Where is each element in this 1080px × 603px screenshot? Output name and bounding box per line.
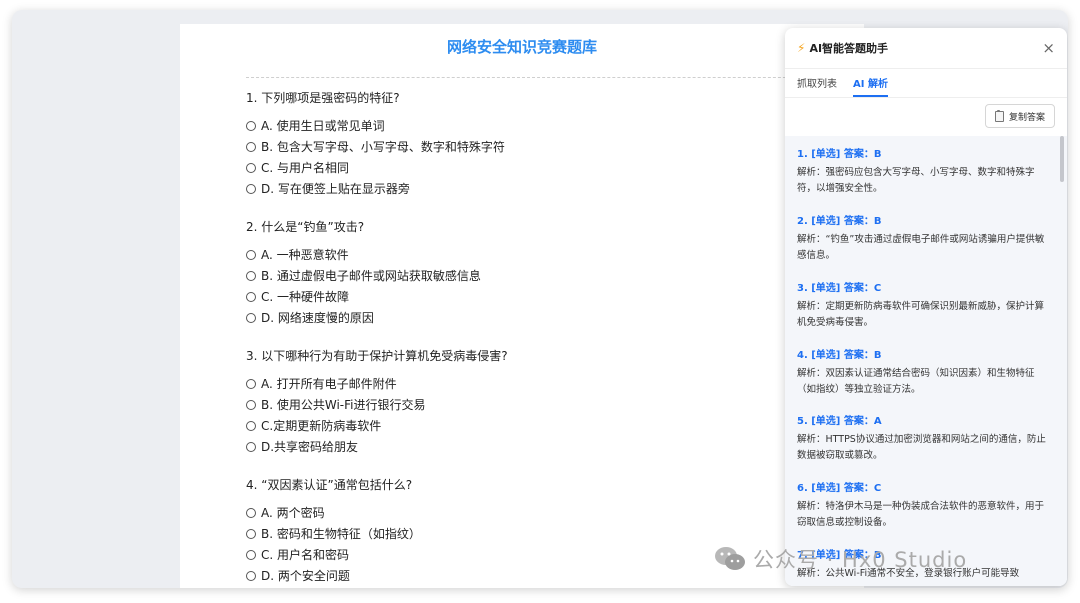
option-1d[interactable]: D. 写在便签上贴在显示器旁	[246, 178, 846, 199]
question-text: 1. 下列哪项是强密码的特征?	[246, 91, 400, 105]
answer-list[interactable]: 1. [单选] 答案：B 解析：强密码应包含大写字母、小写字母、数字和特殊字符，…	[785, 136, 1067, 586]
radio-icon[interactable]	[246, 270, 256, 281]
radio-icon[interactable]	[246, 507, 256, 518]
radio-icon[interactable]	[246, 291, 256, 302]
panel-toolbar: 复制答案	[785, 98, 1067, 137]
answer-item: 1. [单选] 答案：B 解析：强密码应包含大写字母、小写字母、数字和特殊字符，…	[797, 148, 1049, 197]
option-4c[interactable]: C. 用户名和密码	[246, 544, 846, 565]
option-4d[interactable]: D. 两个安全问题	[246, 565, 846, 586]
option-3d[interactable]: D.共享密码给朋友	[246, 436, 846, 457]
radio-icon[interactable]	[246, 249, 256, 260]
answer-head: 3. [单选] 答案：C	[797, 283, 882, 294]
answer-item: 4. [单选] 答案：B 解析：双因素认证通常结合密码（知识因素）和生物特征（如…	[797, 349, 1049, 398]
radio-icon[interactable]	[246, 312, 256, 323]
answer-explanation: 解析：HTTPS协议通过加密浏览器和网站之间的通信，防止数据被窃取或篡改。	[797, 434, 1046, 461]
question-1: 1. 下列哪项是强密码的特征? A. 使用生日或常见单词 B. 包含大写字母、小…	[246, 90, 846, 219]
app-window: 网络安全知识竞赛题库 1. 下列哪项是强密码的特征? A. 使用生日或常见单词 …	[12, 10, 1068, 588]
close-icon[interactable]: ×	[1042, 40, 1055, 56]
option-1b[interactable]: B. 包含大写字母、小写字母、数字和特殊字符	[246, 136, 846, 157]
page-title: 网络安全知识竞赛题库	[446, 38, 597, 56]
answer-explanation: 解析：定期更新防病毒软件可确保识别最新威胁，保护计算机免受病毒侵害。	[797, 301, 1045, 328]
radio-icon[interactable]	[246, 570, 256, 581]
option-2c[interactable]: C. 一种硬件故障	[246, 286, 846, 307]
answer-item: 6. [单选] 答案：C 解析：特洛伊木马是一种伪装成合法软件的恶意软件，用于窃…	[797, 482, 1049, 531]
radio-icon[interactable]	[246, 420, 256, 431]
option-label: D. 网络速度慢的原因	[261, 311, 374, 325]
copy-answers-button[interactable]: 复制答案	[984, 104, 1055, 128]
answer-explanation: 解析：特洛伊木马是一种伪装成合法软件的恶意软件，用于窃取信息或控制设备。	[797, 501, 1045, 528]
option-label: B. 使用公共Wi-Fi进行银行交易	[261, 398, 426, 412]
answer-item: 3. [单选] 答案：C 解析：定期更新防病毒软件可确保识别最新威胁，保护计算机…	[797, 282, 1049, 331]
panel-tabs: 抓取列表 AI 解析	[785, 69, 1067, 98]
option-label: D. 两个安全问题	[261, 569, 350, 583]
option-2b[interactable]: B. 通过虚假电子邮件或网站获取敏感信息	[246, 265, 846, 286]
question-text: 3. 以下哪种行为有助于保护计算机免受病毒侵害?	[246, 349, 508, 363]
scrollbar-thumb[interactable]	[1060, 136, 1064, 182]
option-3c[interactable]: C.定期更新防病毒软件	[246, 415, 846, 436]
quiz-page: 网络安全知识竞赛题库 1. 下列哪项是强密码的特征? A. 使用生日或常见单词 …	[180, 24, 864, 588]
option-label: C.定期更新防病毒软件	[261, 419, 382, 433]
option-label: D.共享密码给朋友	[261, 440, 359, 454]
radio-icon[interactable]	[246, 162, 256, 173]
option-label: C. 一种硬件故障	[261, 290, 350, 304]
answer-item: 5. [单选] 答案：A 解析：HTTPS协议通过加密浏览器和网站之间的通信，防…	[797, 415, 1049, 464]
radio-icon[interactable]	[246, 141, 256, 152]
question-list: 1. 下列哪项是强密码的特征? A. 使用生日或常见单词 B. 包含大写字母、小…	[246, 90, 846, 588]
question-text: 4. “双因素认证”通常包括什么?	[246, 478, 413, 492]
question-2: 2. 什么是“钓鱼”攻击? A. 一种恶意软件 B. 通过虚假电子邮件或网站获取…	[246, 219, 846, 348]
answer-explanation: 解析：“钓鱼”攻击通过虚假电子邮件或网站诱骗用户提供敏感信息。	[797, 234, 1045, 261]
option-1c[interactable]: C. 与用户名相同	[246, 157, 846, 178]
clipboard-icon	[994, 109, 1004, 122]
answer-head: 5. [单选] 答案：A	[797, 416, 882, 427]
option-label: C. 与用户名相同	[261, 161, 350, 175]
option-4b[interactable]: B. 密码和生物特征（如指纹）	[246, 523, 846, 544]
option-2a[interactable]: A. 一种恶意软件	[246, 244, 846, 265]
radio-icon[interactable]	[246, 441, 256, 452]
option-label: A. 使用生日或常见单词	[261, 119, 385, 133]
option-label: A. 两个密码	[261, 506, 325, 520]
answer-head: 4. [单选] 答案：B	[797, 350, 882, 361]
option-label: A. 打开所有电子邮件附件	[261, 377, 397, 391]
radio-icon[interactable]	[246, 549, 256, 560]
radio-icon[interactable]	[246, 378, 256, 389]
question-text: 2. 什么是“钓鱼”攻击?	[246, 220, 365, 234]
panel-header: ⚡ AI智能答题助手 ×	[785, 28, 1067, 69]
option-3a[interactable]: A. 打开所有电子邮件附件	[246, 373, 846, 394]
radio-icon[interactable]	[246, 120, 256, 131]
radio-icon[interactable]	[246, 399, 256, 410]
answer-explanation: 解析：双因素认证通常结合密码（知识因素）和生物特征（如指纹）等独立验证方法。	[797, 368, 1035, 395]
option-label: D. 写在便签上贴在显示器旁	[261, 182, 410, 196]
radio-icon[interactable]	[246, 528, 256, 539]
answer-head: 7. [单选] 答案：B	[797, 550, 882, 561]
answer-explanation: 解析：强密码应包含大写字母、小写字母、数字和特殊字符，以增强安全性。	[797, 167, 1035, 194]
option-4a[interactable]: A. 两个密码	[246, 502, 846, 523]
answer-item: 2. [单选] 答案：B 解析：“钓鱼”攻击通过虚假电子邮件或网站诱骗用户提供敏…	[797, 215, 1049, 264]
tab-ai-analysis[interactable]: AI 解析	[853, 75, 888, 97]
tab-scrape-list[interactable]: 抓取列表	[797, 75, 837, 97]
option-2d[interactable]: D. 网络速度慢的原因	[246, 307, 846, 328]
option-3b[interactable]: B. 使用公共Wi-Fi进行银行交易	[246, 394, 846, 415]
option-label: B. 包含大写字母、小写字母、数字和特殊字符	[261, 140, 505, 154]
answer-head: 2. [单选] 答案：B	[797, 216, 882, 227]
radio-icon[interactable]	[246, 183, 256, 194]
option-1a[interactable]: A. 使用生日或常见单词	[246, 115, 846, 136]
option-label: C. 用户名和密码	[261, 548, 350, 562]
option-label: B. 通过虚假电子邮件或网站获取敏感信息	[261, 269, 481, 283]
answer-item: 7. [单选] 答案：B 解析：公共Wi-Fi通常不安全，登录银行账户可能导致	[797, 549, 1049, 582]
title-divider	[246, 77, 806, 78]
answer-head: 1. [单选] 答案：B	[797, 149, 882, 160]
lightning-icon: ⚡	[797, 41, 806, 55]
question-4: 4. “双因素认证”通常包括什么? A. 两个密码 B. 密码和生物特征（如指纹…	[246, 477, 846, 588]
answer-head: 6. [单选] 答案：C	[797, 483, 882, 494]
panel-title: AI智能答题助手	[809, 42, 889, 55]
option-label: B. 密码和生物特征（如指纹）	[261, 527, 421, 541]
ai-assistant-panel: ⚡ AI智能答题助手 × 抓取列表 AI 解析 复制答案 1. [单选] 答案：…	[785, 28, 1067, 586]
question-3: 3. 以下哪种行为有助于保护计算机免受病毒侵害? A. 打开所有电子邮件附件 B…	[246, 348, 846, 477]
option-label: A. 一种恶意软件	[261, 248, 349, 262]
copy-answers-label: 复制答案	[1008, 112, 1045, 123]
answer-explanation: 解析：公共Wi-Fi通常不安全，登录银行账户可能导致	[797, 568, 1020, 579]
